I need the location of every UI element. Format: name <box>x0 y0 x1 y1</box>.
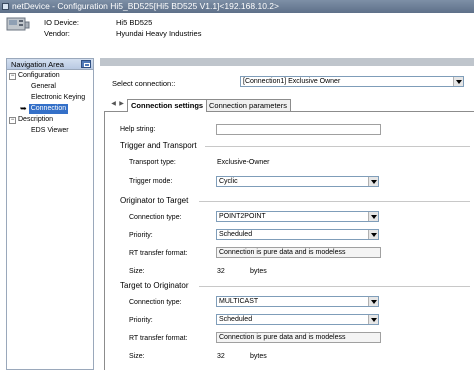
help-string-label: Help string: <box>120 126 156 133</box>
select-connection-label: Select connection:: <box>112 79 176 88</box>
t2o-priority-dropdown[interactable]: Scheduled <box>216 314 379 325</box>
o2t-size-unit: bytes <box>250 268 267 275</box>
o2t-connection-type-dropdown[interactable]: POINT2POINT <box>216 211 379 222</box>
tree-item-label: General <box>31 83 56 90</box>
o2t-rt-transfer-format-field: Connection is pure data and is modeless <box>216 247 381 258</box>
tree-expander-icon[interactable]: − <box>9 116 16 124</box>
t2o-connection-type-value: MULTICAST <box>219 298 259 305</box>
t2o-connection-type-label: Connection type: <box>129 299 182 306</box>
t2o-connection-type-dropdown[interactable]: MULTICAST <box>216 296 379 307</box>
tree-item-label: Connection <box>28 104 69 114</box>
t2o-size-unit: bytes <box>250 353 267 360</box>
tree-item-connection[interactable]: ➥ Connection <box>20 104 69 114</box>
trigger-mode-label: Trigger mode: <box>129 178 173 185</box>
t2o-priority-value: Scheduled <box>219 316 253 323</box>
navigation-area-title: Navigation Area <box>11 60 64 69</box>
transport-type-value: Exclusive-Owner <box>217 159 270 166</box>
dropdown-arrow-icon[interactable] <box>368 212 378 221</box>
dropdown-arrow-icon[interactable] <box>368 297 378 306</box>
tab-connection-settings[interactable]: Connection settings <box>127 99 208 112</box>
collapse-icon[interactable] <box>81 60 91 68</box>
tree-item-description[interactable]: − Description <box>9 115 53 125</box>
tab-scroll-left-icon[interactable]: ◀ <box>110 100 117 109</box>
tree-expander-icon[interactable]: − <box>9 72 16 80</box>
transport-type-label: Transport type: <box>129 159 176 166</box>
t2o-size-label: Size: <box>129 353 145 360</box>
o2t-size-value: 32 <box>217 268 225 275</box>
section-divider <box>199 201 470 202</box>
section-divider <box>205 146 470 147</box>
o2t-size-label: Size: <box>129 268 145 275</box>
app-icon <box>2 3 9 10</box>
section-target-to-originator: Target to Originator <box>120 281 189 290</box>
arrow-icon: ➥ <box>20 104 27 113</box>
t2o-priority-label: Priority: <box>129 317 153 324</box>
section-divider <box>199 286 470 287</box>
tab-bar: ◀ ▶ Connection settings Connection param… <box>100 99 474 112</box>
dropdown-arrow-icon[interactable] <box>453 77 463 86</box>
trigger-mode-dropdown[interactable]: Cyclic <box>216 176 379 187</box>
help-string-field[interactable] <box>216 124 381 135</box>
select-connection-dropdown[interactable]: [Connection1] Exclusive Owner <box>240 76 464 87</box>
t2o-rt-transfer-format-value: Connection is pure data and is modeless <box>219 334 346 341</box>
t2o-size-value: 32 <box>217 353 225 360</box>
trigger-mode-value: Cyclic <box>219 178 238 185</box>
t2o-rt-transfer-format-field: Connection is pure data and is modeless <box>216 332 381 343</box>
tree-item-label: EDS Viewer <box>31 127 69 134</box>
tree-item-label: Description <box>18 116 54 123</box>
o2t-rt-transfer-format-value: Connection is pure data and is modeless <box>219 249 346 256</box>
tab-connection-parameters[interactable]: Connection parameters <box>205 99 291 111</box>
select-connection-value: [Connection1] Exclusive Owner <box>243 78 341 85</box>
vendor-value: Hyundai Heavy Industries <box>116 29 202 38</box>
tree-item-label: Electronic Keying <box>31 94 86 101</box>
vendor-label: Vendor: <box>44 29 70 38</box>
connection-settings-panel: Help string: Trigger and Transport Trans… <box>104 111 474 370</box>
navigation-area: Navigation Area − Configuration General E… <box>6 58 94 370</box>
tree-item-configuration[interactable]: − Configuration <box>9 71 60 81</box>
window-title: netDevice - Configuration Hi5_BD525[Hi5 … <box>12 1 279 11</box>
o2t-rt-transfer-format-label: RT transfer format: <box>129 250 188 257</box>
navigation-area-header: Navigation Area <box>7 59 93 70</box>
io-device-value: Hi5 BD525 <box>116 18 153 27</box>
dropdown-arrow-icon[interactable] <box>368 177 378 186</box>
o2t-priority-label: Priority: <box>129 232 153 239</box>
panel-header-bar <box>100 58 474 66</box>
o2t-connection-type-value: POINT2POINT <box>219 213 266 220</box>
tree-item-label: Configuration <box>18 72 60 79</box>
o2t-priority-value: Scheduled <box>219 231 253 238</box>
window-title-bar: netDevice - Configuration Hi5_BD525[Hi5 … <box>0 0 474 13</box>
t2o-rt-transfer-format-label: RT transfer format: <box>129 335 188 342</box>
io-device-label: IO Device: <box>44 18 80 27</box>
section-originator-to-target: Originator to Target <box>120 196 189 205</box>
o2t-connection-type-label: Connection type: <box>129 214 182 221</box>
o2t-priority-dropdown[interactable]: Scheduled <box>216 229 379 240</box>
device-icon <box>6 17 30 31</box>
dropdown-arrow-icon[interactable] <box>368 230 378 239</box>
section-trigger-and-transport: Trigger and Transport <box>120 141 197 150</box>
tab-scroll-right-icon[interactable]: ▶ <box>118 100 125 109</box>
dropdown-arrow-icon[interactable] <box>368 315 378 324</box>
device-header: IO Device: Hi5 BD525 Vendor: Hyundai Hea… <box>0 13 474 48</box>
